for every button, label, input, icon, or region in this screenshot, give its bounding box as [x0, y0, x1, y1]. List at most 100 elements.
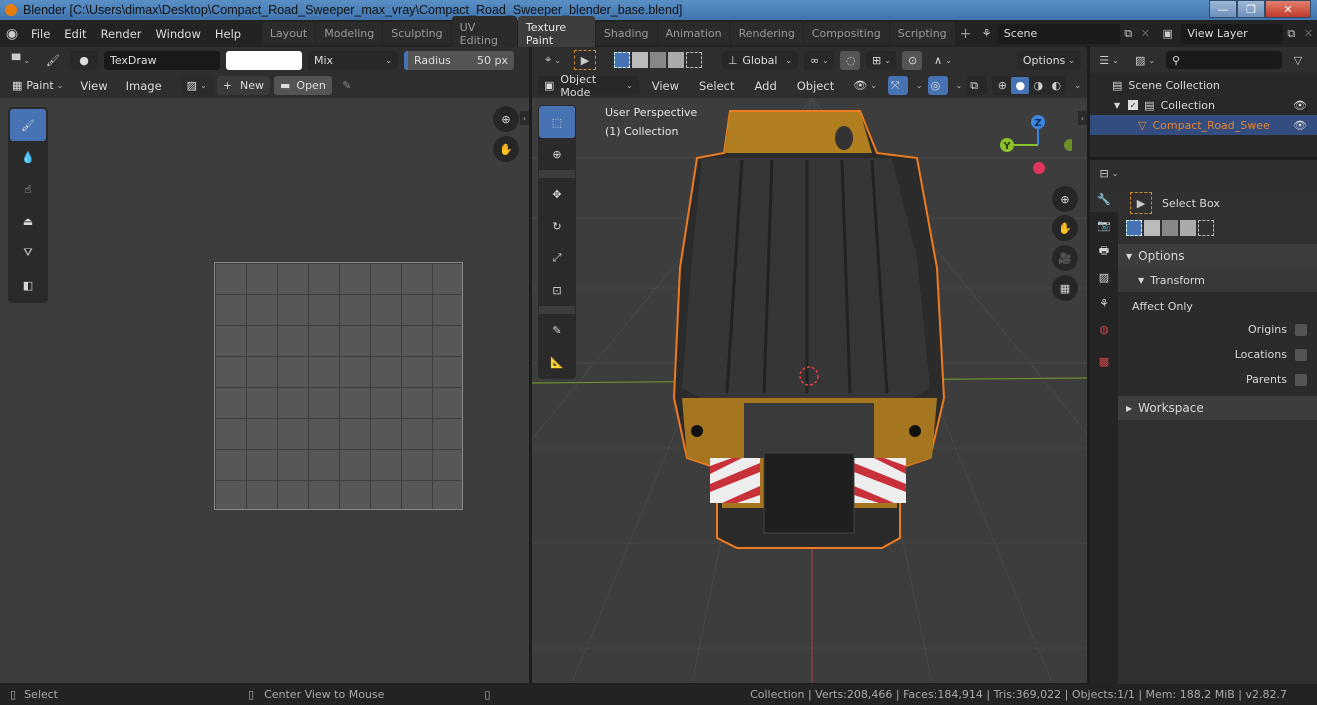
annotate-tool-icon[interactable]: ✎ [539, 314, 575, 346]
maximize-button[interactable]: ❐ [1237, 0, 1265, 18]
pan-hand-icon[interactable]: ✋ [493, 136, 519, 162]
mode-invert-icon[interactable] [668, 52, 684, 68]
tool-tab-icon[interactable]: 🔧 [1090, 186, 1118, 212]
add-workspace-button[interactable]: + [956, 26, 976, 42]
radius-slider[interactable]: Radius 50 px [404, 50, 514, 70]
new-image-button[interactable]: + New [216, 76, 270, 95]
overlay-toggle-icon[interactable]: ◎ [927, 76, 948, 95]
snap-target-dropdown[interactable]: ⊞ ⌄ [866, 50, 896, 70]
menu-object[interactable]: Object [790, 79, 841, 93]
display-mode-icon[interactable]: ▨ ⌄ [1130, 54, 1160, 67]
mode-invert-icon[interactable] [1180, 220, 1196, 236]
object-mode-dropdown[interactable]: ▣ Object Mode ⌄ [538, 73, 639, 99]
mode-new-icon[interactable] [1126, 220, 1142, 236]
tab-layout[interactable]: Layout [261, 22, 316, 45]
outliner-row-object[interactable]: ▽ Compact_Road_Sweeper 👁 [1090, 115, 1317, 135]
origins-row[interactable]: Origins [1118, 323, 1317, 348]
tab-sculpting[interactable]: Sculpting [383, 22, 451, 45]
solid-shading-icon[interactable]: ● [1011, 77, 1030, 94]
gizmo-neg-y-axis[interactable] [1064, 139, 1072, 151]
rotate-tool-icon[interactable]: ↻ [539, 210, 575, 242]
mode-subtract-icon[interactable] [650, 52, 666, 68]
tab-animation[interactable]: Animation [657, 22, 730, 45]
rendered-shading-icon[interactable]: ◐ [1047, 77, 1065, 94]
output-tab-icon[interactable]: 🖶 [1090, 238, 1118, 264]
outliner-row-collection[interactable]: ▼ ✓ ▤ Collection 👁 [1090, 95, 1317, 115]
tab-rendering[interactable]: Rendering [730, 22, 803, 45]
pivot-dropdown[interactable]: ∞ ⌄ [804, 50, 834, 70]
clone-tool-icon[interactable]: ⏏ [10, 205, 46, 237]
measure-tool-icon[interactable]: 📐 [539, 346, 575, 378]
world-tab-icon[interactable]: ◍ [1090, 316, 1118, 342]
navigation-gizmo[interactable]: Z Y [992, 109, 1072, 179]
options-panel-header[interactable]: ▼ Options [1118, 244, 1317, 268]
zoom-view-icon[interactable]: ⊕ [1052, 186, 1078, 212]
xray-toggle-icon[interactable]: ⧉ [967, 76, 988, 95]
menu-image[interactable]: Image [119, 79, 169, 93]
editor-type-icon[interactable]: ▀ ⌄ [6, 54, 36, 67]
menu-edit[interactable]: Edit [57, 27, 93, 41]
tab-modeling[interactable]: Modeling [316, 22, 383, 45]
tab-shading[interactable]: Shading [595, 22, 657, 45]
menu-window[interactable]: Window [149, 27, 208, 41]
blender-menu-icon[interactable]: ◉ [0, 26, 24, 42]
visibility-dropdown[interactable]: 👁 ⌄ [847, 76, 883, 95]
menu-help[interactable]: Help [208, 27, 248, 41]
select-box-icon[interactable]: ▶ [1130, 192, 1152, 214]
parents-checkbox[interactable] [1295, 373, 1307, 386]
menu-view[interactable]: View [73, 79, 114, 93]
origins-checkbox[interactable] [1295, 323, 1307, 336]
wireframe-shading-icon[interactable]: ⊕ [993, 77, 1011, 94]
brush-name-field[interactable]: TexDraw [104, 50, 220, 70]
menu-select[interactable]: Select [692, 79, 741, 93]
render-tab-icon[interactable]: 📷 [1090, 212, 1118, 238]
menu-render[interactable]: Render [94, 27, 149, 41]
parents-row[interactable]: Parents [1118, 373, 1317, 388]
mode-intersect-icon[interactable] [1198, 220, 1214, 236]
collection-checkbox[interactable]: ✓ [1128, 100, 1139, 110]
view-layer-icon[interactable]: ▣ [1154, 27, 1181, 40]
mode-extend-icon[interactable] [1144, 220, 1160, 236]
proportional-edit-icon[interactable]: ⊙ [902, 50, 922, 70]
workspace-panel-header[interactable]: ▶ Workspace [1118, 396, 1317, 420]
editor-type-3d-icon[interactable]: ⌖ ⌄ [538, 53, 568, 67]
outliner-search-input[interactable]: ⚲ [1166, 51, 1282, 69]
road-sweeper-model[interactable] [672, 110, 946, 549]
view-layer-tab-icon[interactable]: ▨ [1090, 264, 1118, 290]
open-image-button[interactable]: ▬ Open [274, 76, 332, 95]
fill-tool-icon[interactable]: ⛛ [10, 237, 46, 269]
outliner-editor-type-icon[interactable]: ☰ ⌄ [1094, 54, 1124, 67]
mode-extend-icon[interactable] [632, 52, 648, 68]
mode-new-icon[interactable] [614, 52, 630, 68]
select-box-tool-icon[interactable]: ⬚ [539, 106, 575, 138]
properties-editor-type-icon[interactable]: ⊟ ⌄ [1094, 167, 1124, 180]
visibility-eye-icon[interactable]: 👁 [1293, 119, 1307, 132]
transform-orientation-dropdown[interactable]: ⊥ Global ⌄ [722, 50, 798, 70]
pin-icon[interactable]: ✎ [336, 79, 358, 92]
shading-dropdown-icon[interactable]: ⌄ [1074, 81, 1081, 90]
transform-subpanel-header[interactable]: ▼ Transform [1118, 268, 1317, 292]
brush-preview-icon[interactable]: ● [70, 50, 98, 70]
texture-tab-icon[interactable]: ▩ [1090, 348, 1118, 374]
falloff-dropdown[interactable]: ∧ ⌄ [928, 51, 958, 70]
paint-mode-dropdown[interactable]: ▦ Paint ⌄ [6, 76, 69, 95]
delete-scene-icon[interactable]: ✕ [1137, 27, 1154, 40]
locations-row[interactable]: Locations [1118, 348, 1317, 373]
3d-viewport[interactable]: ⌖ ⌄ ▶ ⊥ Global ⌄ ∞ ⌄ ◌ ⊞ ⌄ ⊙ ∧ ⌄ Options ⌄ ▣ Obj… [532, 47, 1087, 683]
scale-tool-icon[interactable]: ⤢ [539, 242, 575, 274]
expand-arrow-icon[interactable]: ▼ [1114, 101, 1120, 110]
scene-field[interactable]: Scene [997, 23, 1120, 44]
menu-file[interactable]: File [24, 27, 57, 41]
zoom-icon[interactable]: ⊕ [493, 106, 519, 132]
camera-view-icon[interactable]: 🎥 [1052, 245, 1078, 271]
draw-tool-icon[interactable]: 🖌 [10, 109, 46, 141]
menu-add[interactable]: Add [747, 79, 783, 93]
mask-tool-icon[interactable]: ◧ [10, 269, 46, 301]
overlay-dropdown-icon[interactable]: ⌄ [956, 81, 963, 90]
new-scene-icon[interactable]: ⧉ [1120, 27, 1137, 41]
select-box-mode-icon[interactable]: ▶ [574, 50, 596, 70]
move-tool-icon[interactable]: ✥ [539, 178, 575, 210]
viewport-sidebar-toggle[interactable]: ‹ [1078, 111, 1087, 125]
gizmo-toggle-icon[interactable]: ⤧ [887, 76, 908, 95]
image-canvas[interactable] [214, 262, 463, 510]
